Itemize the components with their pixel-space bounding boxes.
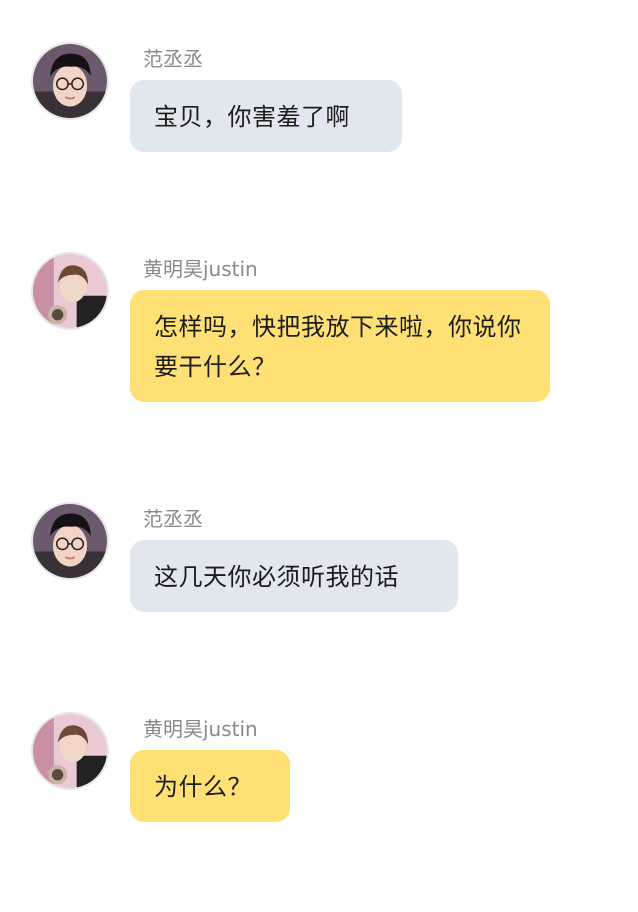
avatar-huang-minghao-icon[interactable]	[31, 712, 109, 790]
message-bubble[interactable]: 怎样吗，快把我放下来啦，你说你要干什么？	[130, 290, 550, 402]
sender-name: 范丞丞	[143, 507, 203, 531]
avatar-huang-minghao-icon[interactable]	[31, 252, 109, 330]
message-bubble[interactable]: 宝贝，你害羞了啊	[130, 80, 402, 152]
message-bubble[interactable]: 这几天你必须听我的话	[130, 540, 458, 612]
message-text: 宝贝，你害羞了啊	[154, 103, 350, 131]
avatar-fan-chengcheng-icon[interactable]	[31, 502, 109, 580]
chat-transcript: 范丞丞 宝贝，你害羞了啊 黄明昊justin 怎样吗，快把我放下来啦，你说你要干…	[0, 0, 638, 912]
message-text: 怎样吗，快把我放下来啦，你说你要干什么？	[154, 313, 522, 381]
sender-name: 黄明昊justin	[143, 257, 258, 281]
message-text: 为什么？	[154, 773, 252, 801]
sender-name: 黄明昊justin	[143, 717, 258, 741]
sender-name: 范丞丞	[143, 47, 203, 71]
avatar-fan-chengcheng-icon[interactable]	[31, 42, 109, 120]
message-bubble[interactable]: 为什么？	[130, 750, 290, 822]
message-text: 这几天你必须听我的话	[154, 563, 399, 591]
